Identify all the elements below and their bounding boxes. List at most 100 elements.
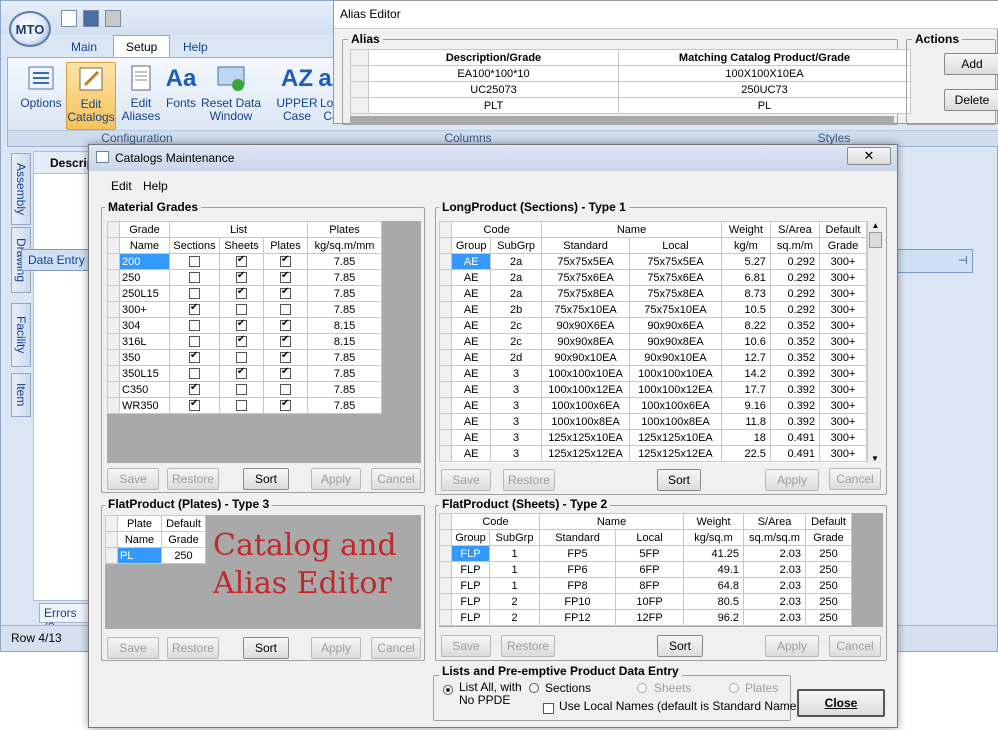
standard-cell[interactable]: FP12 <box>539 609 617 626</box>
list-checkbox[interactable] <box>280 304 292 316</box>
row-header[interactable] <box>439 317 453 334</box>
subgrp-cell[interactable]: 2 <box>488 593 541 610</box>
alias-description[interactable]: PLT <box>368 97 619 114</box>
density-cell[interactable]: 7.85 <box>307 365 383 382</box>
density-cell[interactable]: 7.85 <box>307 381 383 398</box>
row-header[interactable] <box>439 545 452 562</box>
list-checkbox-cell[interactable] <box>219 269 264 286</box>
grade-name-cell[interactable]: 350L15 <box>119 365 170 382</box>
subgrp-cell[interactable]: 2a <box>490 253 543 270</box>
subgrp-cell[interactable]: 2 <box>488 609 541 626</box>
weight-cell[interactable]: 6.81 <box>720 269 771 286</box>
row-header[interactable] <box>107 253 120 270</box>
subgrp-cell[interactable]: 3 <box>490 413 543 430</box>
local-cell[interactable]: 90x90x8EA <box>628 333 722 350</box>
row-header[interactable] <box>439 429 453 446</box>
list-checkbox[interactable] <box>280 319 292 332</box>
long-save-button[interactable]: Save <box>441 469 491 491</box>
standard-cell[interactable]: FP10 <box>539 593 617 610</box>
table-row[interactable]: AE 3 100x100x10EA 100x100x10EA 14.2 0.392 300+ <box>439 365 868 382</box>
list-checkbox[interactable] <box>236 319 247 332</box>
subgrp-cell[interactable]: 3 <box>490 365 543 382</box>
errors-tab[interactable]: Errors (0 <box>39 603 91 634</box>
grade-cell[interactable]: 300+ <box>818 397 868 414</box>
list-checkbox-cell[interactable] <box>262 317 309 334</box>
list-checkbox-cell[interactable] <box>219 285 264 302</box>
subgrp-cell[interactable]: 3 <box>490 397 543 414</box>
list-checkbox-cell[interactable] <box>219 317 264 334</box>
grade-cell[interactable]: 300+ <box>818 445 868 462</box>
group-cell[interactable]: FLP <box>451 609 490 626</box>
alias-description[interactable]: UC25073 <box>368 81 619 98</box>
standard-cell[interactable]: 75x75x6EA <box>541 269 630 286</box>
list-checkbox-cell[interactable] <box>169 301 220 318</box>
group-cell[interactable]: FLP <box>451 577 490 594</box>
density-cell[interactable]: 8.15 <box>307 333 383 350</box>
sarea-cell[interactable]: 2.03 <box>743 561 807 578</box>
grade-cell[interactable]: 250 <box>805 561 853 578</box>
grade-cell[interactable]: 300+ <box>818 285 868 302</box>
list-checkbox[interactable] <box>280 287 292 300</box>
table-row[interactable]: 200 7.85 <box>107 253 383 270</box>
options-button[interactable]: Options <box>16 62 66 130</box>
standard-cell[interactable]: 100x100x6EA <box>541 397 630 414</box>
sarea-cell[interactable]: 0.292 <box>769 301 820 318</box>
group-cell[interactable]: AE <box>451 285 492 302</box>
long-sort-button[interactable]: Sort <box>657 469 701 491</box>
row-header[interactable] <box>350 65 369 82</box>
new-file-icon[interactable] <box>61 10 77 27</box>
sarea-cell[interactable]: 0.292 <box>769 269 820 286</box>
standard-cell[interactable]: 75x75x5EA <box>541 253 630 270</box>
row-header[interactable] <box>107 365 120 382</box>
list-checkbox[interactable] <box>236 255 247 268</box>
material-apply-button[interactable]: Apply <box>311 468 361 490</box>
table-row[interactable]: UC25073 250UC73 <box>350 81 911 98</box>
side-tab-facility[interactable]: Facility <box>11 303 31 367</box>
grade-cell[interactable]: 300+ <box>818 317 868 334</box>
list-checkbox[interactable] <box>236 352 247 364</box>
list-checkbox[interactable] <box>189 272 200 284</box>
group-cell[interactable]: AE <box>451 349 492 366</box>
standard-cell[interactable]: FP8 <box>539 577 617 594</box>
list-checkbox-cell[interactable] <box>169 381 220 398</box>
table-row[interactable]: AE 2c 90x90x8EA 90x90x8EA 10.6 0.352 300+ <box>439 333 868 350</box>
print-icon[interactable] <box>105 10 121 27</box>
group-cell[interactable]: AE <box>451 253 492 270</box>
group-cell[interactable]: AE <box>451 317 492 334</box>
sheets-cancel-button[interactable]: Cancel <box>829 635 881 657</box>
scroll-up-icon[interactable]: ▲ <box>868 221 883 230</box>
table-row[interactable]: AE 2c 90x90X6EA 90x90x6EA 8.22 0.352 300+ <box>439 317 868 334</box>
scroll-thumb[interactable] <box>869 232 882 248</box>
plate-grade-cell[interactable]: 250 <box>161 547 206 564</box>
local-cell[interactable]: 75x75x6EA <box>628 269 722 286</box>
local-cell[interactable]: 90x90x10EA <box>628 349 722 366</box>
grade-name-cell[interactable]: 250L15 <box>119 285 170 302</box>
group-cell[interactable]: AE <box>451 381 492 398</box>
sarea-cell[interactable]: 2.03 <box>743 577 807 594</box>
grade-cell[interactable]: 250 <box>805 577 853 594</box>
table-row[interactable]: 316L 8.15 <box>107 333 383 350</box>
row-header[interactable] <box>439 577 452 594</box>
local-cell[interactable]: 5FP <box>615 545 685 562</box>
row-header[interactable] <box>107 333 120 350</box>
list-checkbox[interactable] <box>189 383 200 396</box>
list-checkbox-cell[interactable] <box>219 365 264 382</box>
sarea-cell[interactable]: 0.292 <box>769 253 820 270</box>
local-cell[interactable]: 100x100x8EA <box>628 413 722 430</box>
grade-cell[interactable]: 300+ <box>818 381 868 398</box>
menu-help[interactable]: Help <box>143 179 168 193</box>
sarea-cell[interactable]: 0.352 <box>769 333 820 350</box>
sarea-cell[interactable]: 2.03 <box>743 545 807 562</box>
grade-name-cell[interactable]: 304 <box>119 317 170 334</box>
subgrp-cell[interactable]: 2c <box>490 333 543 350</box>
group-cell[interactable]: AE <box>451 269 492 286</box>
plate-name-cell[interactable]: PL <box>117 547 162 564</box>
table-row[interactable]: PLT PL <box>350 97 911 114</box>
subgrp-cell[interactable]: 2c <box>490 317 543 334</box>
long-scrollbar[interactable]: ▲ ▼ <box>867 221 883 463</box>
reset-data-window-button[interactable]: Reset Data Window <box>200 62 262 130</box>
list-checkbox-cell[interactable] <box>262 397 309 414</box>
delete-button[interactable]: Delete <box>944 89 998 111</box>
list-checkbox[interactable] <box>236 304 247 316</box>
table-row[interactable]: AE 3 125x125x10EA 125x125x10EA 18 0.491 300+ <box>439 429 868 446</box>
